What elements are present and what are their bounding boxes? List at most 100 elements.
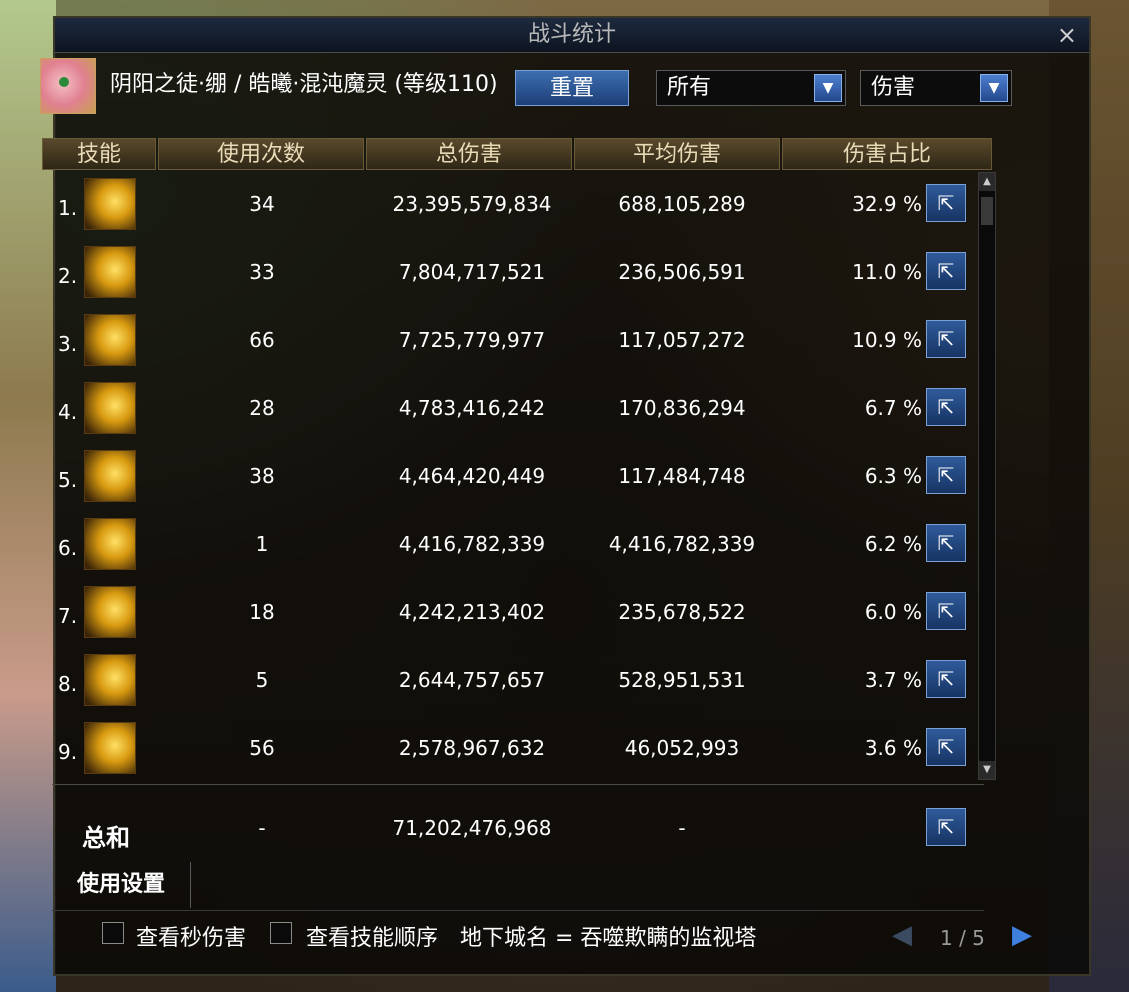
row-index: 4. xyxy=(58,400,78,424)
skill-icon xyxy=(84,450,136,502)
scroll-down-icon[interactable]: ▼ xyxy=(979,761,995,779)
skill-order-checkbox[interactable] xyxy=(270,922,292,944)
share-button[interactable]: ⇱ xyxy=(926,592,966,630)
share-button[interactable]: ⇱ xyxy=(926,184,966,222)
damage-share-cell: 3.6 % xyxy=(864,736,922,760)
table-row: 6. 1 4,416,782,339 4,416,782,339 6.2 % ⇱ xyxy=(42,512,994,580)
share-button[interactable]: ⇱ xyxy=(926,456,966,494)
scroll-thumb[interactable] xyxy=(981,197,993,225)
uses-cell: 34 xyxy=(249,192,275,216)
damage-share-cell: 10.9 % xyxy=(852,328,922,352)
table-row: 8. 5 2,644,757,657 528,951,531 3.7 % ⇱ xyxy=(42,648,994,716)
share-button[interactable]: ⇱ xyxy=(926,728,966,766)
share-button[interactable]: ⇱ xyxy=(926,252,966,290)
column-header-uses[interactable]: 使用次数 xyxy=(158,138,364,170)
total-damage-cell: 23,395,579,834 xyxy=(392,192,552,216)
table-header: 技能 使用次数 总伤害 平均伤害 伤害占比 xyxy=(42,138,994,170)
filter-dropdown[interactable]: 所有 ▼ xyxy=(656,70,846,106)
character-avatar xyxy=(40,58,96,114)
damage-share-cell: 6.7 % xyxy=(864,396,922,420)
total-label: 总和 xyxy=(82,824,130,852)
share-button[interactable]: ⇱ xyxy=(926,660,966,698)
column-header-pct[interactable]: 伤害占比 xyxy=(782,138,992,170)
total-damage-cell: 4,242,213,402 xyxy=(398,600,546,624)
character-name: 阴阳之徒·绷 / 皓曦·混沌魔灵 (等级110) xyxy=(110,72,498,97)
footer: 查看秒伤害 查看技能顺序 地下城名 = 吞噬欺瞒的监视塔 ◀ 1 / 5 ▶ xyxy=(44,918,1032,954)
damage-share-cell: 3.7 % xyxy=(864,668,922,692)
next-page-icon[interactable]: ▶ xyxy=(1012,920,1032,950)
row-index: 9. xyxy=(58,740,78,764)
metric-dropdown[interactable]: 伤害 ▼ xyxy=(860,70,1012,106)
row-index: 1. xyxy=(58,196,78,220)
share-icon: ⇱ xyxy=(937,191,955,215)
row-index: 6. xyxy=(58,536,78,560)
share-button[interactable]: ⇱ xyxy=(926,320,966,358)
skill-order-checkbox-label[interactable]: 查看技能顺序 xyxy=(306,920,438,952)
skill-icon xyxy=(84,178,136,230)
avg-damage-cell: 46,052,993 xyxy=(624,736,740,760)
share-icon: ⇱ xyxy=(937,395,955,419)
share-icon: ⇱ xyxy=(937,259,955,283)
skill-icon xyxy=(84,586,136,638)
column-header-total[interactable]: 总伤害 xyxy=(366,138,572,170)
window-titlebar[interactable]: 战斗统计 × xyxy=(55,18,1089,53)
total-damage-cell: 2,644,757,657 xyxy=(398,668,546,692)
damage-share-cell: 6.2 % xyxy=(864,532,922,556)
avg-damage-cell: 117,057,272 xyxy=(618,328,746,352)
avg-damage-cell: 528,951,531 xyxy=(618,668,746,692)
total-row: 总和 - 71,202,476,968 - ⇱ xyxy=(42,796,994,864)
avg-damage-cell: 235,678,522 xyxy=(618,600,746,624)
avg-damage-cell: 688,105,289 xyxy=(618,192,746,216)
share-button[interactable]: ⇱ xyxy=(926,808,966,846)
uses-cell: 5 xyxy=(255,668,269,692)
dungeon-name: 地下城名 = 吞噬欺瞒的监视塔 xyxy=(460,926,757,951)
reset-button[interactable]: 重置 xyxy=(515,70,629,106)
chevron-down-icon[interactable]: ▼ xyxy=(814,74,842,102)
share-icon: ⇱ xyxy=(937,815,955,839)
damage-share-cell: 6.0 % xyxy=(864,600,922,624)
share-icon: ⇱ xyxy=(937,463,955,487)
total-uses: - xyxy=(258,816,266,840)
tab-usage-settings[interactable]: 使用设置 xyxy=(52,862,191,908)
share-button[interactable]: ⇱ xyxy=(926,388,966,426)
share-button[interactable]: ⇱ xyxy=(926,524,966,562)
share-icon: ⇱ xyxy=(937,667,955,691)
column-header-skill[interactable]: 技能 xyxy=(42,138,156,170)
skill-icon xyxy=(84,722,136,774)
total-damage-cell: 4,464,420,449 xyxy=(398,464,546,488)
row-index: 2. xyxy=(58,264,78,288)
column-header-avg[interactable]: 平均伤害 xyxy=(574,138,780,170)
avg-damage-cell: 170,836,294 xyxy=(618,396,746,420)
uses-cell: 66 xyxy=(249,328,275,352)
share-icon: ⇱ xyxy=(937,531,955,555)
metric-dropdown-value: 伤害 xyxy=(871,75,916,100)
total-damage-cell: 4,783,416,242 xyxy=(398,396,546,420)
scroll-up-icon[interactable]: ▲ xyxy=(979,173,995,191)
window-title: 战斗统计 xyxy=(527,22,616,47)
dps-checkbox-label[interactable]: 查看秒伤害 xyxy=(136,920,246,952)
avg-damage-cell: 4,416,782,339 xyxy=(608,532,756,556)
table-row: 1. 34 23,395,579,834 688,105,289 32.9 % … xyxy=(42,172,994,240)
row-index: 3. xyxy=(58,332,78,356)
share-icon: ⇱ xyxy=(937,735,955,759)
dps-checkbox[interactable] xyxy=(102,922,124,944)
chevron-down-icon[interactable]: ▼ xyxy=(980,74,1008,102)
total-damage-cell: 7,725,779,977 xyxy=(398,328,546,352)
uses-cell: 18 xyxy=(249,600,275,624)
row-index: 5. xyxy=(58,468,78,492)
share-icon: ⇱ xyxy=(937,599,955,623)
total-damage: 71,202,476,968 xyxy=(392,816,552,840)
table-row: 3. 66 7,725,779,977 117,057,272 10.9 % ⇱ xyxy=(42,308,994,376)
uses-cell: 28 xyxy=(249,396,275,420)
close-button[interactable]: × xyxy=(1057,18,1077,52)
table-scrollbar[interactable]: ▲ ▼ xyxy=(978,172,996,780)
settings-bar: 使用设置 xyxy=(52,856,984,911)
damage-share-cell: 11.0 % xyxy=(852,260,922,284)
total-avg: - xyxy=(678,816,686,840)
page-indicator: 1 / 5 xyxy=(940,926,985,950)
filter-dropdown-value: 所有 xyxy=(667,75,712,100)
prev-page-icon[interactable]: ◀ xyxy=(892,920,912,950)
skill-icon xyxy=(84,654,136,706)
total-damage-cell: 4,416,782,339 xyxy=(398,532,546,556)
skill-icon xyxy=(84,314,136,366)
